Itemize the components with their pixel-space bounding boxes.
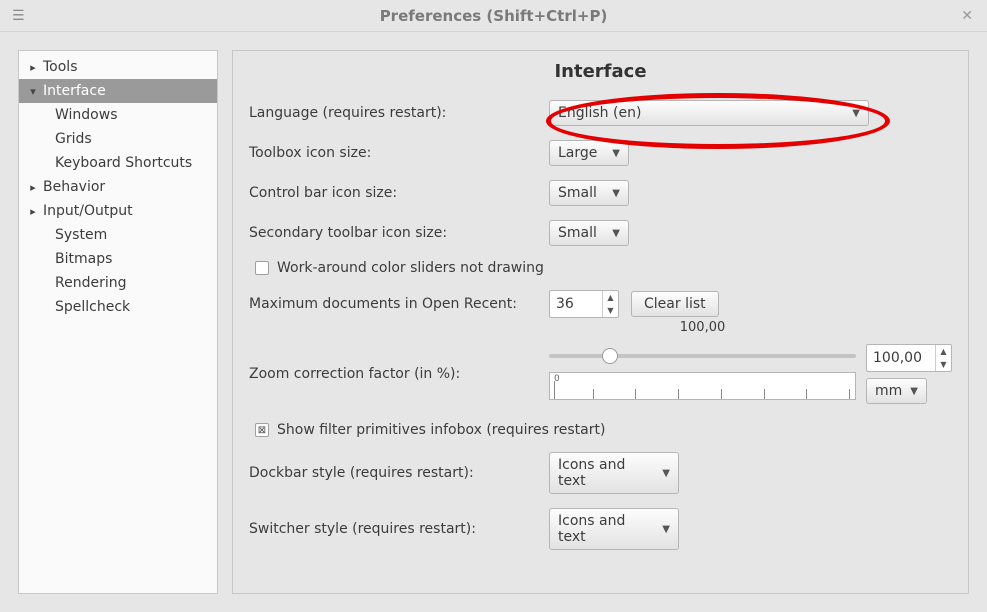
ruler-unit-value: mm (875, 383, 902, 399)
zoom-value-spinner[interactable]: 100,00 ▲▼ (866, 344, 952, 372)
triangle-down-icon[interactable]: ▾ (27, 85, 39, 98)
language-dropdown[interactable]: English (en) ▼ (549, 100, 869, 126)
max-recent-value[interactable]: 36 (550, 291, 602, 317)
tree-item-keyboard-shortcuts[interactable]: Keyboard Shortcuts (19, 151, 217, 175)
tree-item-label: System (55, 227, 107, 243)
row-toolbox-icon: Toolbox icon size: Large ▼ (249, 140, 952, 166)
chevron-down-icon: ▼ (612, 228, 620, 239)
tree-item-label: Interface (43, 83, 106, 99)
row-secondary-toolbar: Secondary toolbar icon size: Small ▼ (249, 220, 952, 246)
dockbar-label: Dockbar style (requires restart): (249, 465, 549, 481)
toolbox-icon-label: Toolbox icon size: (249, 145, 549, 161)
secondary-toolbar-dropdown[interactable]: Small ▼ (549, 220, 629, 246)
tree-item-bitmaps[interactable]: Bitmaps (19, 247, 217, 271)
tree-item-label: Behavior (43, 179, 105, 195)
window-title: Preferences (Shift+Ctrl+P) (0, 7, 987, 25)
triangle-right-icon[interactable]: ▸ (27, 205, 39, 218)
row-language: Language (requires restart): English (en… (249, 100, 952, 126)
hamburger-icon[interactable]: ☰ (12, 9, 25, 23)
show-filter-checkbox[interactable]: ⊠ (255, 423, 269, 437)
secondary-toolbar-label: Secondary toolbar icon size: (249, 225, 549, 241)
tree-item-label: Spellcheck (55, 299, 130, 315)
spinner-arrows[interactable]: ▲▼ (935, 345, 951, 371)
zoom-slider[interactable]: 100,00 (549, 344, 856, 368)
chevron-down-icon: ▼ (852, 108, 860, 119)
dockbar-dropdown[interactable]: Icons and text ▼ (549, 452, 679, 494)
tree-item-label: Rendering (55, 275, 127, 291)
slider-thumb-icon[interactable] (602, 348, 618, 364)
tree-item-system[interactable]: System (19, 223, 217, 247)
show-filter-label: Show filter primitives infobox (requires… (277, 422, 605, 438)
switcher-dropdown[interactable]: Icons and text ▼ (549, 508, 679, 550)
tree-item-behavior[interactable]: ▸ Behavior (19, 175, 217, 199)
tree-item-label: Bitmaps (55, 251, 112, 267)
tree-item-spellcheck[interactable]: Spellcheck (19, 295, 217, 319)
row-workaround: Work-around color sliders not drawing (255, 260, 952, 276)
dockbar-value: Icons and text (558, 457, 654, 489)
close-icon[interactable]: ✕ (961, 8, 973, 24)
ruler-unit-dropdown[interactable]: mm ▼ (866, 378, 927, 404)
chevron-down-icon: ▼ (910, 386, 918, 397)
tree-item-label: Grids (55, 131, 92, 147)
row-show-filter: ⊠ Show filter primitives infobox (requir… (255, 422, 952, 438)
titlebar: ☰ Preferences (Shift+Ctrl+P) ✕ (0, 0, 987, 32)
switcher-label: Switcher style (requires restart): (249, 521, 549, 537)
row-max-recent: Maximum documents in Open Recent: 36 ▲▼ … (249, 290, 952, 318)
tree-item-label: Tools (43, 59, 78, 75)
clear-list-button[interactable]: Clear list (631, 291, 719, 317)
workaround-label: Work-around color sliders not drawing (277, 260, 544, 276)
preferences-panel: Interface Language (requires restart): E… (232, 50, 969, 594)
triangle-right-icon[interactable]: ▸ (27, 61, 39, 74)
chevron-down-icon: ▼ (612, 148, 620, 159)
preferences-tree[interactable]: ▸ Tools ▾ Interface Windows Grids Keyboard Sho… (18, 50, 218, 594)
chevron-down-icon: ▼ (662, 468, 670, 479)
controlbar-icon-value: Small (558, 185, 597, 201)
row-controlbar-icon: Control bar icon size: Small ▼ (249, 180, 952, 206)
zoom-ruler: 0 (549, 372, 856, 400)
toolbox-icon-value: Large (558, 145, 597, 161)
panel-heading: Interface (249, 61, 952, 82)
zoom-slider-value-label: 100,00 (680, 320, 726, 335)
switcher-value: Icons and text (558, 513, 654, 545)
spinner-arrows[interactable]: ▲▼ (602, 291, 618, 317)
triangle-right-icon[interactable]: ▸ (27, 181, 39, 194)
controlbar-icon-label: Control bar icon size: (249, 185, 549, 201)
row-dockbar: Dockbar style (requires restart): Icons … (249, 452, 952, 494)
chevron-down-icon: ▼ (612, 188, 620, 199)
max-recent-label: Maximum documents in Open Recent: (249, 296, 549, 312)
language-value: English (en) (558, 105, 641, 121)
secondary-toolbar-value: Small (558, 225, 597, 241)
max-recent-spinner[interactable]: 36 ▲▼ (549, 290, 619, 318)
workaround-checkbox[interactable] (255, 261, 269, 275)
language-label: Language (requires restart): (249, 105, 549, 121)
row-switcher: Switcher style (requires restart): Icons… (249, 508, 952, 550)
zoom-label: Zoom correction factor (in %): (249, 366, 549, 382)
row-zoom: Zoom correction factor (in %): 100,00 0 (249, 344, 952, 404)
tree-item-label: Keyboard Shortcuts (55, 155, 192, 171)
tree-item-tools[interactable]: ▸ Tools (19, 55, 217, 79)
tree-item-grids[interactable]: Grids (19, 127, 217, 151)
tree-item-label: Windows (55, 107, 118, 123)
chevron-down-icon: ▼ (662, 524, 670, 535)
zoom-value[interactable]: 100,00 (867, 345, 935, 371)
tree-item-interface[interactable]: ▾ Interface (19, 79, 217, 103)
tree-item-windows[interactable]: Windows (19, 103, 217, 127)
tree-item-input-output[interactable]: ▸ Input/Output (19, 199, 217, 223)
controlbar-icon-dropdown[interactable]: Small ▼ (549, 180, 629, 206)
window-body: ▸ Tools ▾ Interface Windows Grids Keyboard Sho… (0, 32, 987, 612)
toolbox-icon-dropdown[interactable]: Large ▼ (549, 140, 629, 166)
tree-item-label: Input/Output (43, 203, 133, 219)
tree-item-rendering[interactable]: Rendering (19, 271, 217, 295)
